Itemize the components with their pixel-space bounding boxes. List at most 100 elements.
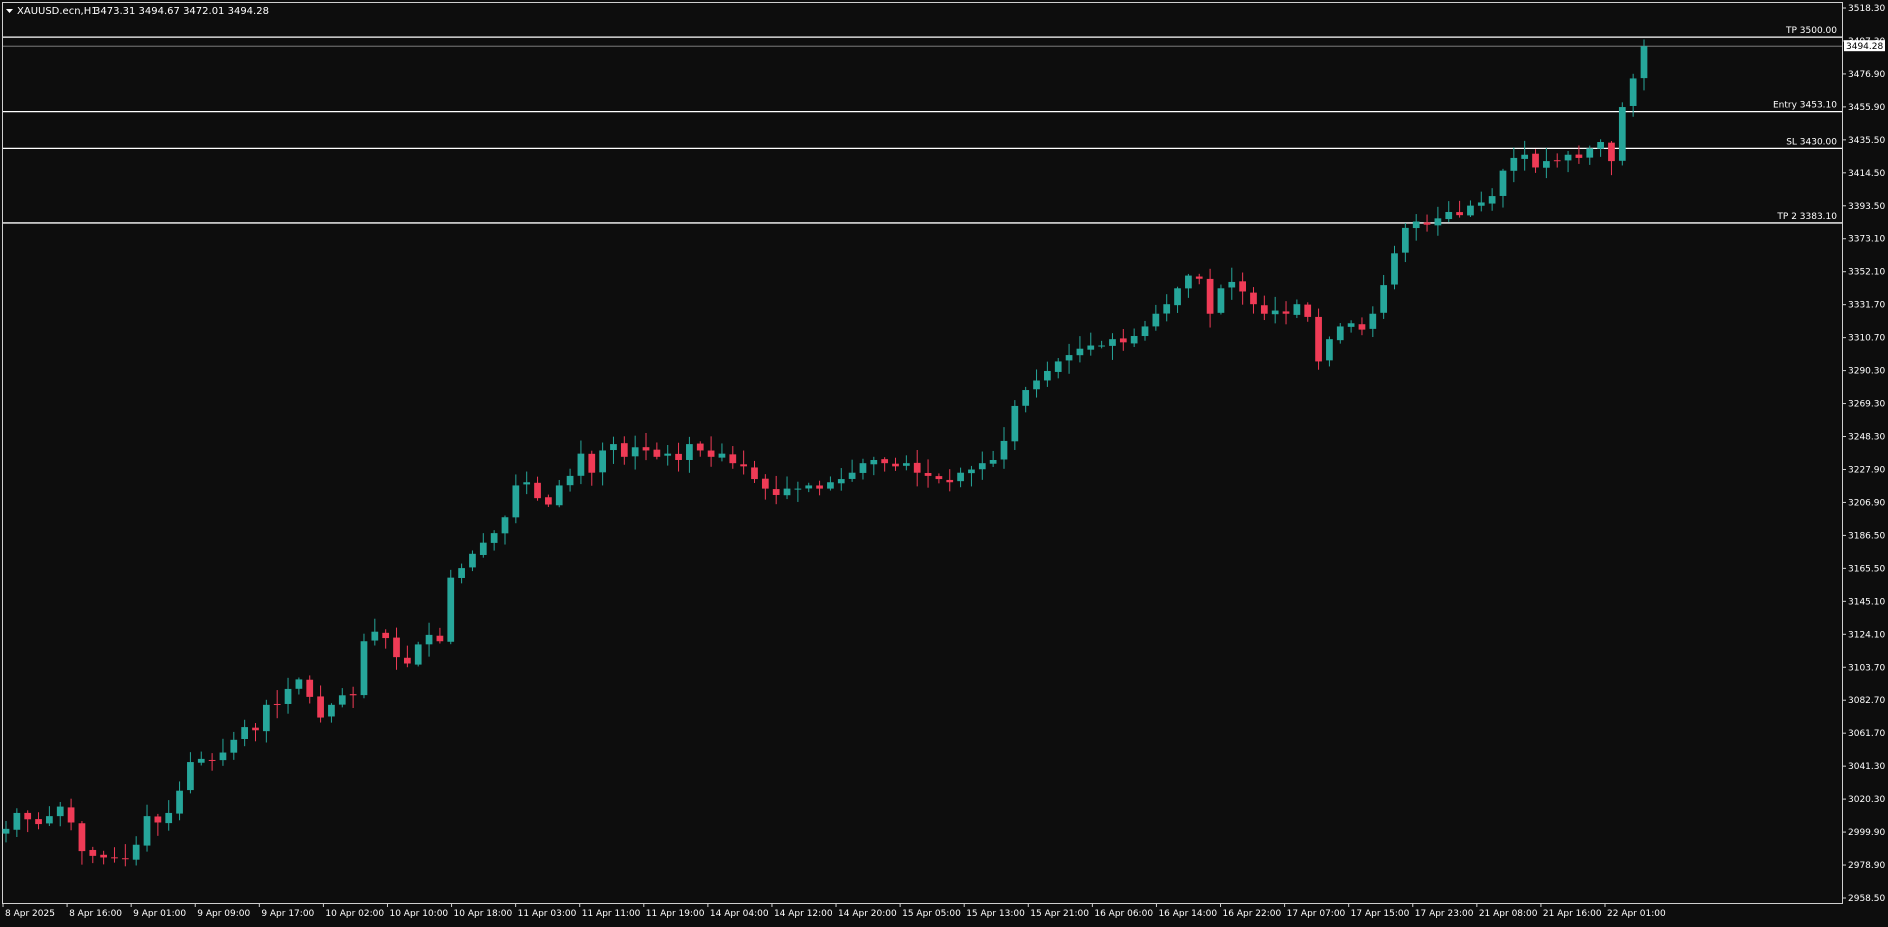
candle-bull	[555, 485, 563, 506]
price-tick-label: 3290.30	[1848, 367, 1885, 377]
candle-bear	[1195, 276, 1203, 279]
candle-bull	[1477, 202, 1485, 206]
price-tick-label: 3082.70	[1848, 696, 1885, 706]
candle-bear	[1608, 142, 1615, 162]
candle-bull	[870, 459, 878, 465]
candle-bear	[1575, 154, 1583, 158]
candlestick-chart[interactable]: TP 3500.00 Entry 3453.10 SL 3430.00 TP 2 33…	[0, 0, 1888, 923]
time-tick-label: 11 Apr 03:00	[518, 909, 577, 919]
candle-bull	[1217, 288, 1225, 313]
candle-bear	[935, 476, 943, 480]
candle-bull	[1109, 339, 1116, 346]
time-tick-label: 16 Apr 06:00	[1094, 909, 1153, 919]
candle-bull	[599, 450, 606, 473]
price-tick-label: 3145.10	[1848, 597, 1885, 607]
candle-bull	[1185, 275, 1192, 289]
price-axis: 3518.303497.303476.903455.903435.503414.…	[1842, 4, 1885, 904]
candle-bull	[1347, 323, 1355, 327]
candle-bull	[837, 479, 845, 484]
price-tick-label: 3227.90	[1848, 465, 1885, 475]
price-tick-label: 3331.70	[1848, 301, 1885, 311]
candle-bull	[447, 577, 455, 642]
candle-bear	[707, 450, 715, 457]
candle-bull	[295, 679, 303, 689]
candle-bull	[328, 704, 335, 717]
candle-bull	[284, 688, 292, 704]
time-tick-label: 17 Apr 23:00	[1415, 909, 1474, 919]
candle-bull	[371, 631, 379, 641]
candle-bull	[523, 482, 531, 485]
candle-bull	[490, 533, 498, 543]
candle-bull	[1152, 313, 1160, 327]
candle-bear	[67, 807, 75, 823]
candle-bear	[751, 467, 758, 480]
candle-bear	[1119, 338, 1127, 343]
candle-bear	[111, 857, 118, 859]
chart-frame	[2, 2, 1843, 904]
price-tick-label: 2958.50	[1848, 894, 1885, 904]
current-price-tag: 3494.28	[1844, 40, 1885, 52]
candle-bear	[696, 443, 704, 451]
candle-bull	[501, 517, 509, 534]
level-label: SL 3430.00	[1786, 137, 1837, 147]
price-tick-label: 3352.10	[1848, 268, 1885, 278]
candle-bull	[1054, 361, 1062, 372]
candle-bull	[1293, 304, 1301, 315]
candle-bull	[1022, 390, 1030, 406]
candle-bear	[892, 463, 899, 467]
candle-bull	[241, 727, 249, 740]
time-tick-label: 14 Apr 04:00	[710, 909, 769, 919]
candle-bear	[1423, 222, 1431, 225]
candle-bull	[848, 472, 856, 479]
candle-bull	[1163, 304, 1171, 314]
price-tick-label: 3455.90	[1848, 103, 1885, 113]
candle-bull	[1326, 339, 1333, 361]
candle-bull	[631, 447, 639, 457]
price-tick-label: 3518.30	[1848, 4, 1885, 14]
candle-bull	[176, 790, 183, 814]
candle-bear	[1206, 278, 1214, 314]
candle-bull	[1141, 326, 1149, 337]
time-tick-label: 11 Apr 11:00	[582, 909, 641, 919]
candle-bear	[1250, 292, 1257, 305]
candle-bear	[1456, 212, 1463, 216]
candle-bear	[642, 447, 650, 451]
candle-bull	[1510, 157, 1518, 171]
candle-bear	[534, 482, 541, 499]
price-tick-label: 2999.90	[1848, 828, 1885, 838]
candle-bull	[1401, 227, 1409, 253]
candle-bull	[783, 488, 791, 496]
candle-bull	[13, 812, 21, 830]
candle-bull	[425, 634, 433, 645]
candle-bull	[1130, 335, 1138, 344]
candle-bull	[989, 459, 997, 464]
time-tick-label: 14 Apr 20:00	[838, 909, 897, 919]
candle-bull	[610, 444, 617, 451]
time-tick-label: 16 Apr 22:00	[1223, 909, 1282, 919]
price-tick-label: 3041.30	[1848, 762, 1885, 772]
candle-bear	[924, 472, 932, 476]
candle-bear	[1304, 304, 1312, 317]
time-tick-label: 16 Apr 14:00	[1158, 909, 1217, 919]
price-chart[interactable]: TP 3500.00 Entry 3453.10 SL 3430.00 TP 2 33…	[0, 0, 1888, 923]
candle-bull	[1434, 218, 1442, 226]
candle-bear	[35, 819, 42, 825]
candle-bear	[78, 823, 86, 852]
price-tick-label: 3476.90	[1848, 70, 1885, 80]
candle-bull	[566, 475, 574, 486]
time-tick-label: 22 Apr 01:00	[1607, 909, 1666, 919]
candle-bear	[1315, 316, 1322, 362]
price-tick-label: 3414.50	[1848, 169, 1885, 179]
current-price-tag-text: 3494.28	[1846, 42, 1883, 52]
candle-bull	[1000, 440, 1008, 460]
candle-bull	[1087, 345, 1095, 350]
time-tick-label: 14 Apr 12:00	[774, 909, 833, 919]
symbol-dropdown-icon[interactable]	[6, 9, 13, 13]
candle-bull	[1543, 161, 1550, 168]
candle-bull	[479, 542, 487, 555]
candle-bear	[881, 459, 889, 464]
candle-bull	[512, 485, 520, 518]
candle-bull	[978, 463, 986, 470]
price-tick-label: 3310.70	[1848, 334, 1885, 344]
price-tick-label: 3165.50	[1848, 564, 1885, 574]
